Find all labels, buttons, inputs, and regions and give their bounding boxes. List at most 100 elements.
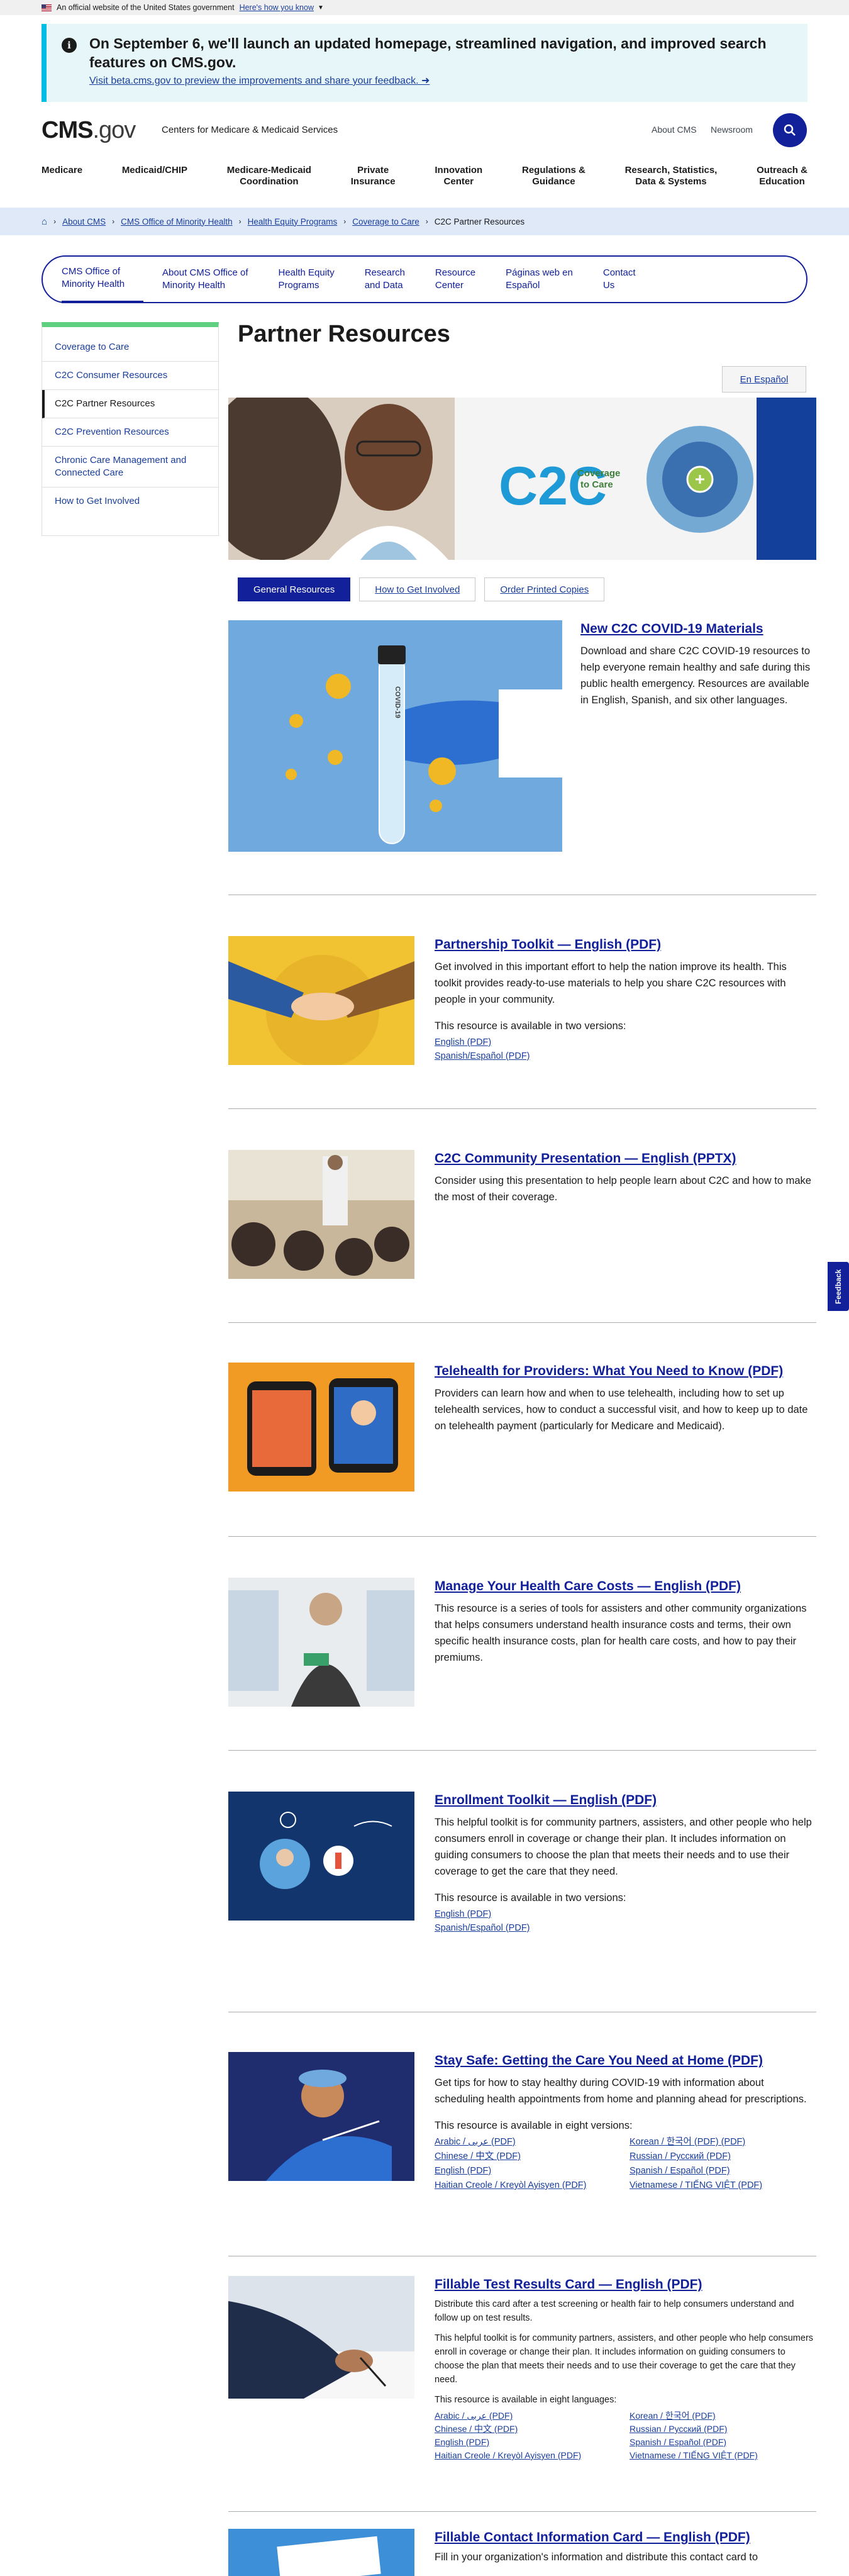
newsroom-link[interactable]: Newsroom xyxy=(711,125,753,135)
telehealth-illustration xyxy=(228,1363,414,1492)
contact-card-link[interactable]: Fillable Contact Information Card — Engl… xyxy=(435,2530,750,2545)
covid-materials-link[interactable]: New C2C COVID-19 Materials xyxy=(580,622,763,636)
test-results-card-desc2: This helpful toolkit is for community pa… xyxy=(435,2333,814,2385)
breadcrumb-health-equity[interactable]: Health Equity Programs xyxy=(248,217,338,226)
enrollment-illustration xyxy=(228,1792,414,1921)
main-nav-item[interactable]: Medicare xyxy=(42,165,82,187)
partnership-english-link[interactable]: English (PDF) xyxy=(435,1035,816,1049)
svg-text:Coverage: Coverage xyxy=(577,468,620,479)
gov-banner-text: An official website of the United States… xyxy=(57,3,235,12)
test-results-chinese-link[interactable]: Chinese / 中文 (PDF) xyxy=(435,2423,630,2436)
test-results-arabic-link[interactable]: Arabic / عربى (PDF) xyxy=(435,2409,630,2423)
search-button[interactable] xyxy=(773,113,807,147)
telehealth-desc: Providers can learn how and when to use … xyxy=(435,1388,808,1432)
subnav-item[interactable]: Contact Us xyxy=(588,255,651,303)
subnav-item[interactable]: About CMS Office of Minority Health xyxy=(143,255,263,303)
main-nav-item[interactable]: Private Insurance xyxy=(351,165,396,187)
subnav-item[interactable]: CMS Office of Minority Health xyxy=(62,255,144,303)
side-nav-item[interactable]: C2C Partner Resources xyxy=(42,390,218,418)
test-results-english-link[interactable]: English (PDF) xyxy=(435,2436,630,2449)
writing-hand-photo xyxy=(228,2276,414,2399)
espanol-button[interactable]: En Español xyxy=(722,366,806,393)
side-nav-item[interactable]: C2C Consumer Resources xyxy=(42,362,218,390)
stay-safe-spanish-link[interactable]: Spanish / Español (PDF) xyxy=(630,2164,812,2178)
svg-text:COVID-19: COVID-19 xyxy=(394,686,401,718)
side-nav-item[interactable]: Coverage to Care xyxy=(42,333,218,362)
tab-order-printed-copies[interactable]: Order Printed Copies xyxy=(484,577,605,601)
enrollment-toolkit-avail: This resource is available in two versio… xyxy=(435,1892,626,1904)
divider xyxy=(228,1536,816,1537)
gov-banner: An official website of the United States… xyxy=(0,0,849,15)
test-results-russian-link[interactable]: Russian / Русский (PDF) xyxy=(630,2423,812,2436)
stay-safe-arabic-link[interactable]: Arabic / عربى (PDF) xyxy=(435,2135,630,2149)
main-nav-item[interactable]: Medicaid/CHIP xyxy=(122,165,187,187)
main-nav-item[interactable]: Outreach & Education xyxy=(757,165,807,187)
alert-heading: On September 6, we'll launch an updated … xyxy=(89,35,767,70)
subnav-item[interactable]: Páginas web en Español xyxy=(491,255,588,303)
stay-safe-desc: Get tips for how to stay healthy during … xyxy=(435,2077,807,2105)
test-results-card-link[interactable]: Fillable Test Results Card — English (PD… xyxy=(435,2277,702,2292)
community-presentation-desc: Consider using this presentation to help… xyxy=(435,1175,811,1203)
info-icon: i xyxy=(62,38,77,53)
stay-safe-chinese-link[interactable]: Chinese / 中文 (PDF) xyxy=(435,2149,630,2164)
breadcrumb-about-cms[interactable]: About CMS xyxy=(62,217,106,226)
chevron-down-icon[interactable]: ▼ xyxy=(318,4,324,11)
page-title: Partner Resources xyxy=(238,321,450,347)
subnav-item[interactable]: Resource Center xyxy=(420,255,491,303)
covid-materials-desc: Download and share C2C COVID-19 resource… xyxy=(580,645,811,706)
how-you-know-link[interactable]: Here's how you know xyxy=(240,3,314,12)
breadcrumb: ⌂ › About CMS › CMS Office of Minority He… xyxy=(0,208,849,235)
stay-safe-korean-link[interactable]: Korean / 한국어 (PDF) (PDF) xyxy=(630,2135,812,2149)
enrollment-english-link[interactable]: English (PDF) xyxy=(435,1907,816,1921)
stay-safe-vietnamese-link[interactable]: Vietnamese / TIẾNG VIỆT (PDF) xyxy=(630,2178,812,2193)
breadcrumb-current: C2C Partner Resources xyxy=(434,216,525,226)
stay-safe-haitian-link[interactable]: Haitian Creole / Kreyòl Ayisyen (PDF) xyxy=(435,2178,630,2193)
divider xyxy=(228,1750,816,1751)
partnership-toolkit-link[interactable]: Partnership Toolkit — English (PDF) xyxy=(435,937,661,952)
cms-logo[interactable]: CMS.gov xyxy=(42,117,136,144)
side-nav-item[interactable]: How to Get Involved xyxy=(42,488,218,515)
stay-safe-russian-link[interactable]: Russian / Русский (PDF) xyxy=(630,2149,812,2164)
main-nav-item[interactable]: Medicare-Medicaid Coordination xyxy=(227,165,311,187)
presentation-photo xyxy=(228,1150,414,1279)
test-results-haitian-link[interactable]: Haitian Creole / Kreyòl Ayisyen (PDF) xyxy=(435,2449,630,2462)
feedback-tab[interactable]: Feedback xyxy=(828,1262,849,1311)
stay-safe-avail: This resource is available in eight vers… xyxy=(435,2120,633,2131)
resource-telehealth: Telehealth for Providers: What You Need … xyxy=(228,1363,816,1492)
resource-stay-safe: Stay Safe: Getting the Care You Need at … xyxy=(228,2052,816,2209)
agency-tagline: Centers for Medicare & Medicaid Services xyxy=(162,125,338,135)
test-results-korean-link[interactable]: Korean / 한국어 (PDF) xyxy=(630,2409,812,2423)
partnership-spanish-link[interactable]: Spanish/Español (PDF) xyxy=(435,1049,816,1063)
enrollment-toolkit-link[interactable]: Enrollment Toolkit — English (PDF) xyxy=(435,1793,657,1807)
test-results-spanish-link[interactable]: Spanish / Español (PDF) xyxy=(630,2436,812,2449)
main-nav-item[interactable]: Regulations & Guidance xyxy=(522,165,585,187)
stay-safe-link[interactable]: Stay Safe: Getting the Care You Need at … xyxy=(435,2053,763,2068)
divider xyxy=(228,1322,816,1323)
resource-community-presentation: C2C Community Presentation — English (PP… xyxy=(228,1150,816,1279)
contact-card-desc: Fill in your organization's information … xyxy=(435,2551,758,2563)
stay-safe-english-link[interactable]: English (PDF) xyxy=(435,2164,630,2178)
breadcrumb-omh[interactable]: CMS Office of Minority Health xyxy=(121,217,233,226)
tab-how-to-get-involved[interactable]: How to Get Involved xyxy=(359,577,476,601)
about-cms-link[interactable]: About CMS xyxy=(652,125,697,135)
arrow-right-icon: ➜ xyxy=(421,75,430,86)
main-nav-item[interactable]: Innovation Center xyxy=(435,165,482,187)
tab-general-resources[interactable]: General Resources xyxy=(238,577,351,601)
side-nav-item[interactable]: C2C Prevention Resources xyxy=(42,418,218,447)
subnav-item[interactable]: Health Equity Programs xyxy=(264,255,350,303)
site-alert: i On September 6, we'll launch an update… xyxy=(42,24,807,102)
community-presentation-link[interactable]: C2C Community Presentation — English (PP… xyxy=(435,1151,736,1166)
breadcrumb-coverage-to-care[interactable]: Coverage to Care xyxy=(352,217,419,226)
main-nav-item[interactable]: Research, Statistics, Data & Systems xyxy=(625,165,718,187)
svg-text:to Care: to Care xyxy=(580,479,613,490)
home-icon[interactable]: ⌂ xyxy=(42,216,47,227)
side-nav-item[interactable]: Chronic Care Management and Connected Ca… xyxy=(42,447,218,488)
telehealth-link[interactable]: Telehealth for Providers: What You Need … xyxy=(435,1364,783,1378)
partnership-toolkit-avail: This resource is available in two versio… xyxy=(435,1020,626,1032)
enrollment-spanish-link[interactable]: Spanish/Español (PDF) xyxy=(435,1921,816,1935)
manage-costs-link[interactable]: Manage Your Health Care Costs — English … xyxy=(435,1579,741,1593)
test-results-vietnamese-link[interactable]: Vietnamese / TIẾNG VIỆT (PDF) xyxy=(630,2449,812,2462)
covid-feature: COVID-19 New C2C COVID-19 Materials Down… xyxy=(228,620,816,852)
subnav-item[interactable]: Research and Data xyxy=(350,255,420,303)
alert-beta-link[interactable]: Visit beta.cms.gov to preview the improv… xyxy=(89,74,430,87)
